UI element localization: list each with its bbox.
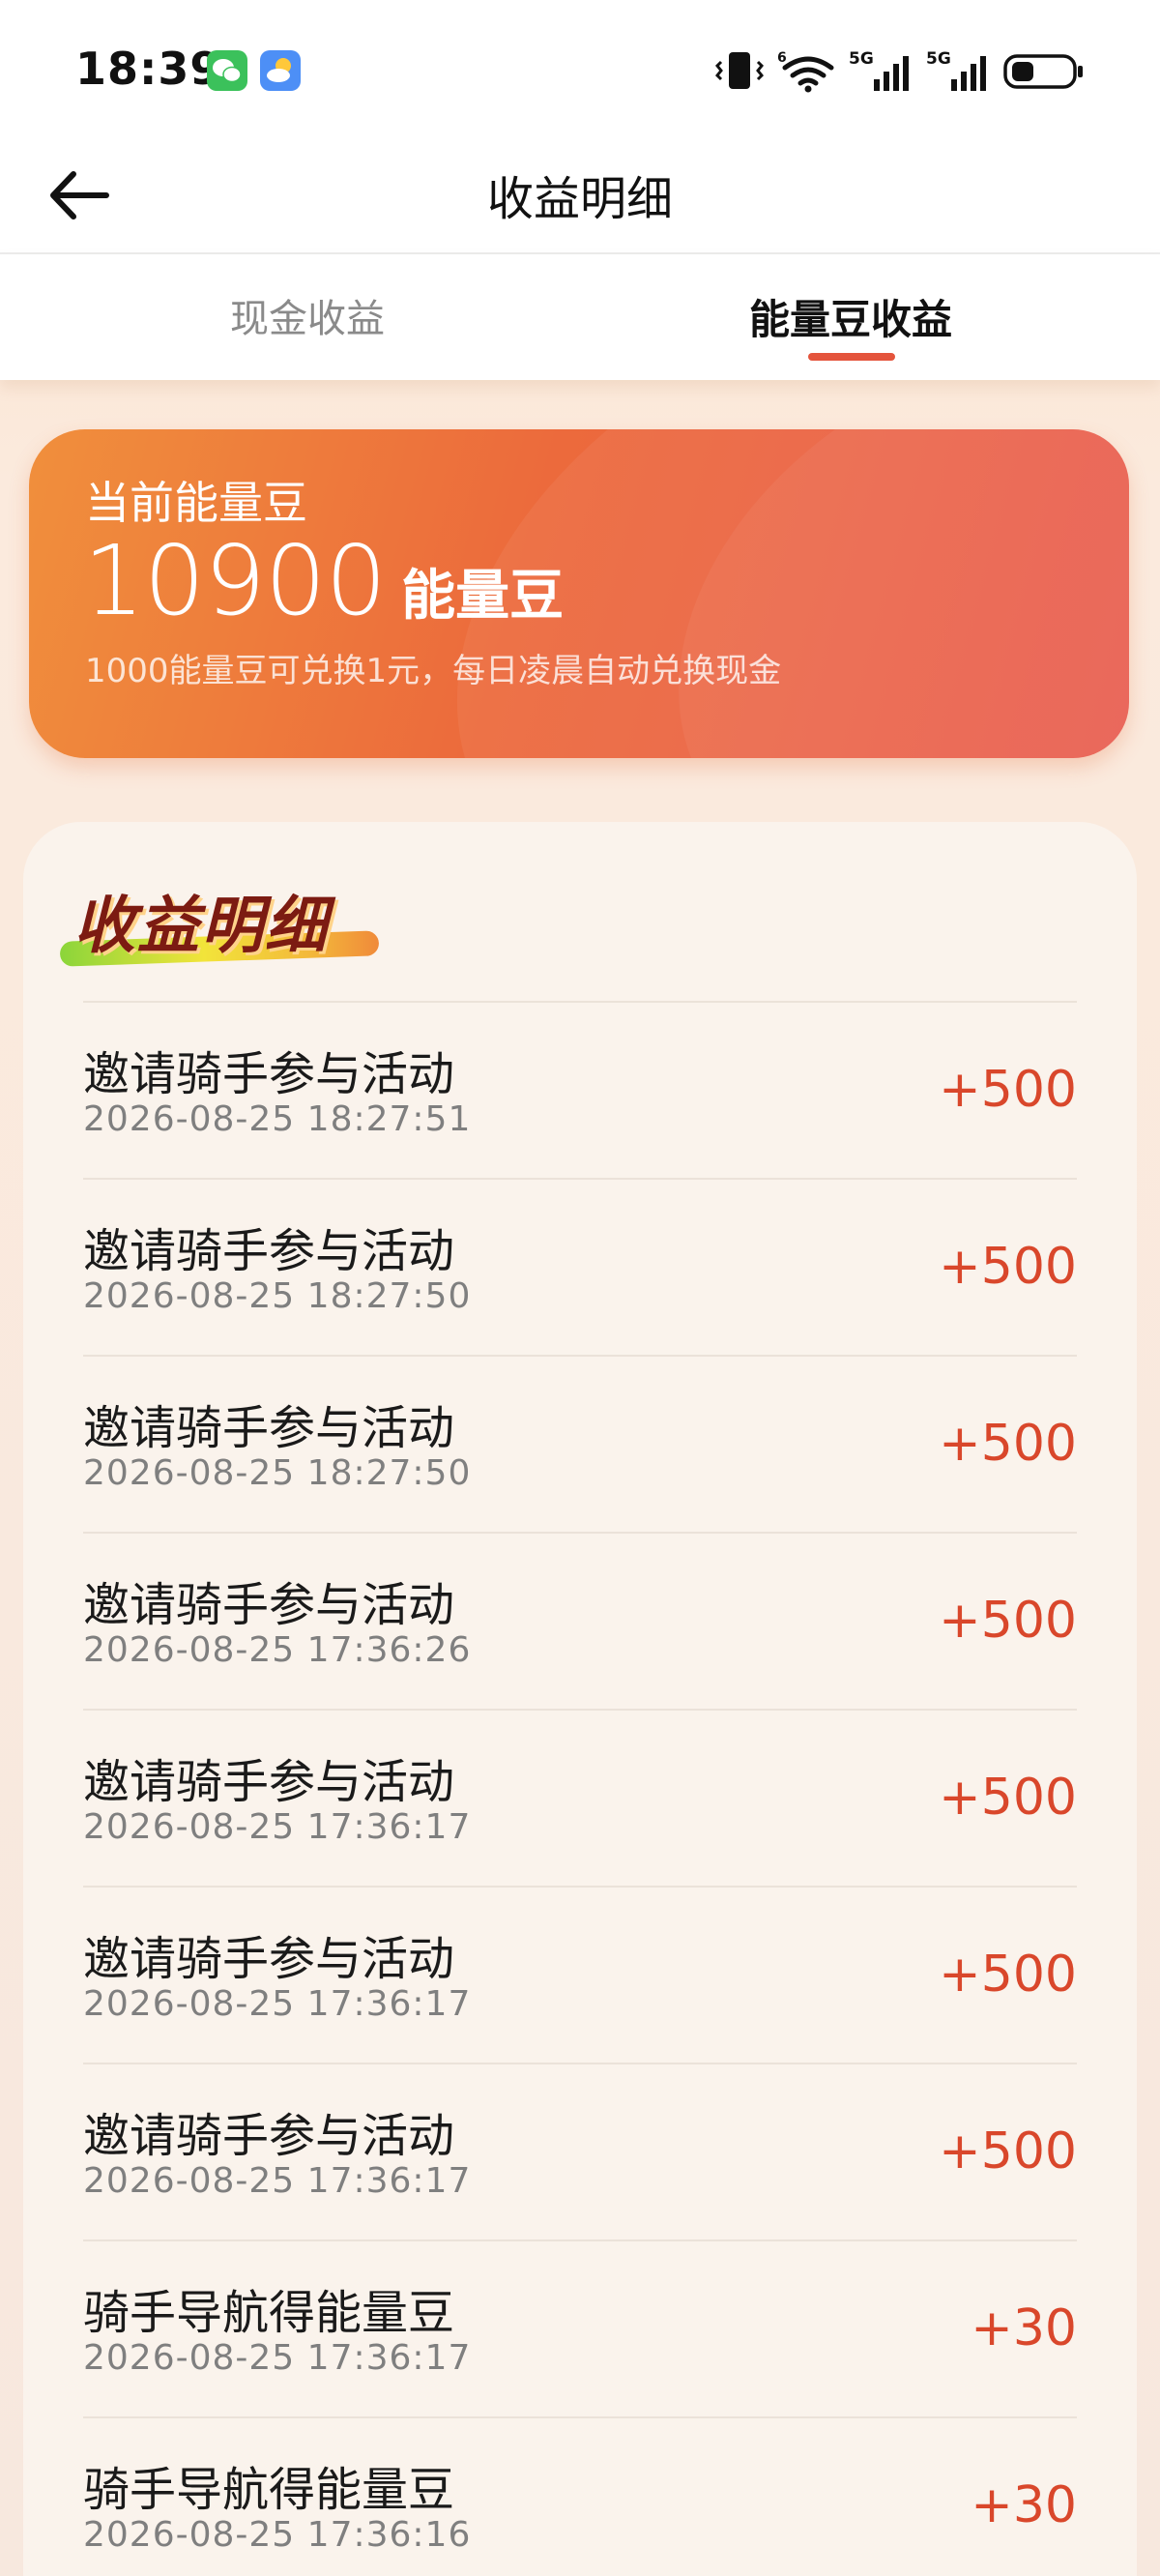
status-time: 18:39 bbox=[75, 43, 222, 95]
section-title: 收益明细 bbox=[73, 891, 329, 962]
wifi-icon: 6 bbox=[777, 50, 834, 93]
item-amount: +500 bbox=[939, 1238, 1077, 1296]
item-amount: +500 bbox=[939, 1415, 1077, 1473]
weather-icon bbox=[260, 50, 301, 91]
page: 18:39 6 5G 5G 收益明细 现金收益 能量豆收益 当前能量豆 1090… bbox=[0, 0, 1160, 2576]
balance-amount: 10900 bbox=[83, 524, 387, 637]
list-item: 邀请骑手参与活动 2026-08-25 17:36:17 +500 bbox=[83, 1709, 1077, 1886]
page-title: 收益明细 bbox=[486, 172, 673, 226]
item-time: 2026-08-25 17:36:16 bbox=[83, 2515, 472, 2555]
item-time: 2026-08-25 18:27:50 bbox=[83, 1453, 472, 1493]
item-amount: +30 bbox=[971, 2299, 1077, 2357]
item-amount: +500 bbox=[939, 1946, 1077, 2004]
list-item: 邀请骑手参与活动 2026-08-25 18:27:50 +500 bbox=[83, 1355, 1077, 1532]
tab-cash-earnings[interactable]: 现金收益 bbox=[17, 287, 597, 343]
balance-unit: 能量豆 bbox=[401, 565, 565, 628]
item-amount: +500 bbox=[939, 1592, 1077, 1650]
active-tab-indicator bbox=[808, 353, 895, 361]
battery-icon bbox=[1003, 54, 1083, 89]
item-time: 2026-08-25 17:36:17 bbox=[83, 1807, 472, 1847]
nav-bar: 收益明细 bbox=[0, 135, 1160, 254]
list-item: 邀请骑手参与活动 2026-08-25 17:36:17 +500 bbox=[83, 2063, 1077, 2239]
item-time: 2026-08-25 17:36:17 bbox=[83, 2338, 472, 2378]
item-time: 2026-08-25 18:27:50 bbox=[83, 1276, 472, 1316]
earnings-detail-card: 收益明细 邀请骑手参与活动 2026-08-25 18:27:51 +500 邀… bbox=[23, 822, 1137, 2576]
item-amount: +500 bbox=[939, 1769, 1077, 1827]
status-icons: 6 5G 5G bbox=[715, 44, 1085, 93]
status-bar: 18:39 6 5G 5G bbox=[0, 0, 1160, 135]
item-title: 骑手导航得能量豆 bbox=[83, 2286, 455, 2340]
balance-label: 当前能量豆 bbox=[85, 477, 307, 529]
signal-5g-icon: 5G bbox=[849, 49, 909, 91]
svg-text:5G: 5G bbox=[926, 49, 951, 69]
item-title: 邀请骑手参与活动 bbox=[83, 1932, 455, 1986]
signal-5g-icon: 5G bbox=[926, 49, 986, 91]
list-item: 邀请骑手参与活动 2026-08-25 18:27:51 +500 bbox=[83, 1001, 1077, 1178]
balance-card: 当前能量豆 10900 能量豆 1000能量豆可兑换1元，每日凌晨自动兑换现金 bbox=[29, 429, 1129, 758]
item-time: 2026-08-25 17:36:26 bbox=[83, 1630, 472, 1670]
list-item: 邀请骑手参与活动 2026-08-25 17:36:26 +500 bbox=[83, 1532, 1077, 1709]
item-title: 邀请骑手参与活动 bbox=[83, 1224, 455, 1278]
item-time: 2026-08-25 18:27:51 bbox=[83, 1099, 472, 1139]
list-item: 邀请骑手参与活动 2026-08-25 18:27:50 +500 bbox=[83, 1178, 1077, 1355]
item-title: 邀请骑手参与活动 bbox=[83, 2109, 455, 2163]
list-item: 邀请骑手参与活动 2026-08-25 17:36:17 +500 bbox=[83, 1886, 1077, 2063]
item-amount: +500 bbox=[939, 2122, 1077, 2181]
vibrate-icon bbox=[715, 52, 764, 89]
list-item: 骑手导航得能量豆 2026-08-25 17:36:17 +30 bbox=[83, 2239, 1077, 2416]
list-item: 骑手导航得能量豆 2026-08-25 17:36:16 +30 bbox=[83, 2416, 1077, 2576]
svg-text:5G: 5G bbox=[849, 49, 874, 69]
item-title: 邀请骑手参与活动 bbox=[83, 1401, 455, 1455]
earnings-list: 邀请骑手参与活动 2026-08-25 18:27:51 +500 邀请骑手参与… bbox=[83, 1001, 1077, 2576]
item-time: 2026-08-25 17:36:17 bbox=[83, 2161, 472, 2201]
item-amount: +30 bbox=[971, 2476, 1077, 2534]
wechat-icon bbox=[207, 50, 247, 91]
tab-energy-bean-earnings[interactable]: 能量豆收益 bbox=[561, 287, 1141, 346]
item-title: 邀请骑手参与活动 bbox=[83, 1755, 455, 1809]
item-amount: +500 bbox=[939, 1061, 1077, 1119]
item-time: 2026-08-25 17:36:17 bbox=[83, 1984, 472, 2024]
item-title: 邀请骑手参与活动 bbox=[83, 1578, 455, 1632]
svg-text:6: 6 bbox=[777, 50, 787, 66]
balance-value-group: 10900 能量豆 bbox=[83, 524, 564, 637]
item-title: 骑手导航得能量豆 bbox=[83, 2463, 455, 2517]
item-title: 邀请骑手参与活动 bbox=[83, 1047, 455, 1101]
exchange-note: 1000能量豆可兑换1元，每日凌晨自动兑换现金 bbox=[85, 652, 782, 690]
tab-bar: 现金收益 能量豆收益 bbox=[0, 254, 1160, 380]
